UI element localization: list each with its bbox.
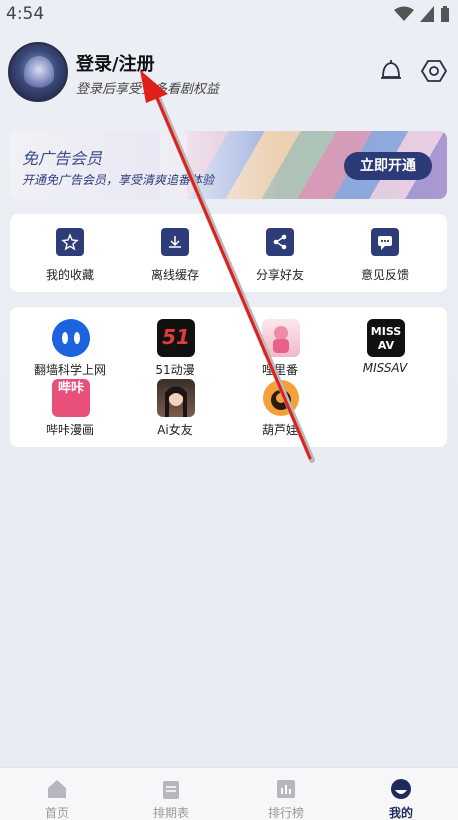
profile-icon — [391, 779, 411, 799]
status-bar: 4:54 — [0, 0, 458, 28]
vip-title: 免广告会员 — [22, 149, 103, 168]
status-time: 4:54 — [6, 4, 45, 24]
share-icon — [266, 228, 294, 256]
open-vip-button[interactable]: 立即开通 — [344, 152, 432, 180]
app-label: 哔咔漫画 — [45, 423, 94, 437]
nav-label: 首页 — [44, 806, 69, 820]
app-label: Ai女友 — [157, 423, 193, 437]
avatar[interactable] — [8, 42, 68, 102]
notification-bell-icon[interactable] — [378, 58, 404, 84]
app-label: MISSAV — [362, 361, 408, 375]
nav-ranking[interactable]: 排行榜 — [229, 768, 343, 820]
profile-header[interactable]: 登录/注册 登录后享受更多看剧权益 — [8, 42, 448, 106]
star-icon — [56, 228, 84, 256]
vip-subtitle: 开通免广告会员，享受清爽追番体验 — [22, 173, 215, 187]
app-label: 51动漫 — [155, 363, 195, 377]
quick-actions-card: 我的收藏 离线缓存 分享好友 意见反馈 — [10, 214, 447, 292]
nav-label: 排期表 — [152, 806, 189, 820]
home-icon — [48, 780, 66, 798]
app-label: 葫芦娃 — [261, 423, 298, 437]
feedback-icon — [371, 228, 399, 256]
vpn-app-icon — [52, 319, 90, 357]
login-register-link[interactable]: 登录/注册 — [76, 50, 155, 76]
share-friends-action[interactable]: 分享好友 — [230, 214, 330, 292]
nav-label: 排行榜 — [267, 806, 304, 820]
wifi-icon — [394, 6, 414, 21]
huluwa-app-icon — [262, 379, 300, 417]
vip-banner[interactable]: 免广告会员 开通免广告会员，享受清爽追番体验 立即开通 — [10, 131, 447, 199]
missav-app-icon: MISS AV — [367, 319, 405, 357]
nav-schedule[interactable]: 排期表 — [114, 768, 228, 820]
51-app-icon: 51 — [157, 319, 195, 357]
feedback-action[interactable]: 意见反馈 — [335, 214, 435, 292]
schedule-icon — [163, 781, 179, 799]
bika-app-icon: 哔咔 — [52, 379, 90, 417]
share-friends-label: 分享好友 — [255, 268, 304, 282]
apps-card: 翻墙科学上网 51 51动漫 哩里番 MISS AV MISSAV 哔咔 哔咔漫… — [10, 307, 447, 447]
bottom-nav: 首页 排期表 排行榜 我的 — [0, 767, 458, 820]
signal-icon — [420, 6, 434, 22]
nav-label: 我的 — [388, 806, 413, 820]
app-label: 哩里番 — [261, 363, 298, 377]
nav-mine[interactable]: 我的 — [344, 768, 458, 820]
favorites-action[interactable]: 我的收藏 — [20, 214, 120, 292]
ai-girlfriend-app-icon — [157, 379, 195, 417]
app-label: 翻墙科学上网 — [33, 363, 106, 377]
profile-subtitle: 登录后享受更多看剧权益 — [76, 82, 220, 97]
settings-icon[interactable] — [421, 58, 447, 84]
lilifan-app-icon — [262, 319, 300, 357]
favorites-label: 我的收藏 — [45, 268, 94, 282]
ranking-icon — [277, 780, 295, 798]
status-icons — [394, 6, 450, 22]
feedback-label: 意见反馈 — [360, 268, 409, 282]
offline-cache-label: 离线缓存 — [150, 268, 199, 282]
nav-home[interactable]: 首页 — [0, 768, 114, 820]
battery-icon — [441, 6, 449, 22]
offline-cache-action[interactable]: 离线缓存 — [125, 214, 225, 292]
download-icon — [161, 228, 189, 256]
